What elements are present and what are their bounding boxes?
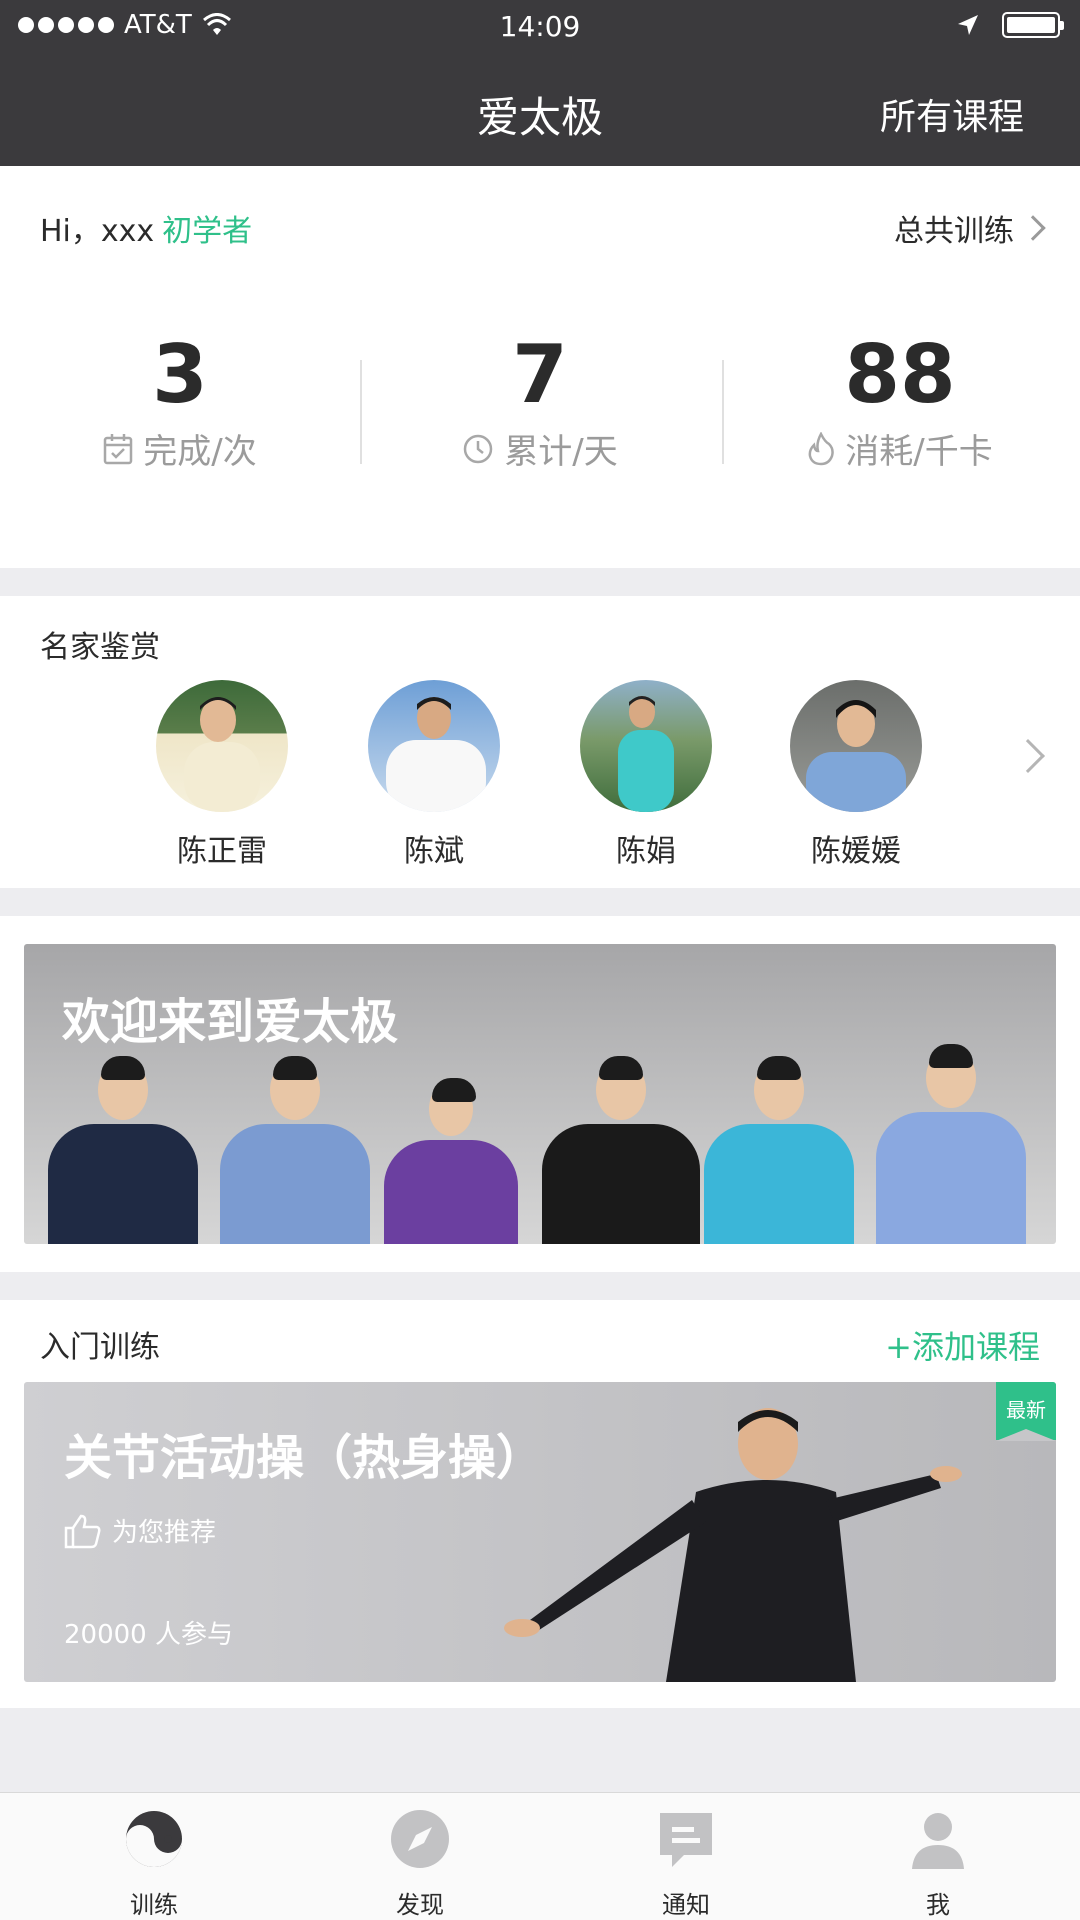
stat-value: 7: [512, 328, 568, 421]
stat-value: 3: [152, 328, 208, 421]
user-icon: [912, 1813, 964, 1869]
tab-training[interactable]: 训练: [84, 1807, 224, 1920]
add-course-button[interactable]: +添加课程: [885, 1322, 1040, 1368]
stat-value: 88: [844, 328, 956, 421]
banner-figure: [220, 1056, 370, 1244]
avatar: [790, 680, 922, 812]
thumbs-up-icon: [64, 1514, 101, 1548]
new-badge: 最新: [996, 1382, 1056, 1441]
course-figure: [504, 1408, 962, 1682]
tab-label: 发现: [396, 1891, 444, 1919]
banner-title: 欢迎来到爱太极: [62, 994, 399, 1050]
course-section: 入门训练 +添加课程 关节活动操（热身操） 为您推荐 20000 人参与 最新: [0, 1300, 1080, 1708]
stats-card: Hi，xxx 初学者 总共训练 3 完成/次 7 累计/天 88 消耗/千卡: [0, 166, 1080, 568]
banner-figure: [48, 1056, 198, 1244]
stat-label-row: 累计/天: [360, 424, 720, 473]
tab-bar: 训练 发现 通知 我: [0, 1792, 1080, 1920]
stat-label-row: 消耗/千卡: [720, 424, 1080, 473]
course-card[interactable]: 关节活动操（热身操） 为您推荐 20000 人参与 最新: [24, 1382, 1056, 1682]
banner-figure: [384, 1078, 518, 1244]
stat-label: 消耗/千卡: [845, 432, 993, 472]
master-item[interactable]: 陈斌: [354, 680, 514, 870]
section-title: 名家鉴赏: [40, 630, 160, 665]
status-time: 14:09: [499, 10, 581, 43]
master-name: 陈娟: [616, 834, 676, 869]
status-bar: AT&T 14:09: [0, 0, 1080, 54]
status-right: [956, 12, 1064, 38]
banner-figure: [542, 1056, 700, 1244]
level-badge: 初学者: [162, 214, 253, 249]
master-name: 陈斌: [404, 834, 464, 869]
stat-label: 累计/天: [504, 432, 618, 472]
chevron-right-icon: [1020, 215, 1046, 241]
master-name: 陈正雷: [177, 834, 267, 869]
avatar: [580, 680, 712, 812]
avatar: [368, 680, 500, 812]
battery-icon: [1002, 12, 1064, 38]
tab-label: 训练: [130, 1891, 178, 1919]
master-item[interactable]: 陈媛媛: [776, 680, 936, 870]
recommend-label: 为您推荐: [112, 1518, 217, 1548]
location-arrow-icon: [958, 15, 978, 35]
master-name: 陈媛媛: [811, 834, 901, 869]
total-training-link[interactable]: 总共训练: [894, 206, 1046, 250]
tab-discover[interactable]: 发现: [350, 1807, 490, 1920]
greeting-text: Hi，xxx: [40, 214, 155, 249]
yin-yang-icon: [126, 1811, 182, 1867]
stat-calories: 88 消耗/千卡: [720, 330, 1080, 473]
banner-figure: [704, 1056, 854, 1244]
banner-figure: [876, 1044, 1026, 1244]
flame-icon: [808, 431, 835, 465]
stat-completed: 3 完成/次: [0, 330, 360, 473]
tab-label: 我: [926, 1891, 950, 1919]
message-icon: [660, 1813, 712, 1867]
participants-count: 20000 人参与: [64, 1620, 233, 1650]
tab-me[interactable]: 我: [868, 1807, 1008, 1920]
stat-label: 完成/次: [143, 432, 257, 472]
masters-card: 名家鉴赏 陈正雷 陈斌 陈娟 陈媛媛: [0, 596, 1080, 888]
greeting: Hi，xxx 初学者: [40, 206, 252, 250]
master-item[interactable]: 陈娟: [566, 680, 726, 870]
stat-label-row: 完成/次: [0, 424, 360, 473]
recommend-row: 为您推荐: [64, 1512, 216, 1549]
clock-icon: [464, 434, 493, 463]
all-courses-button[interactable]: 所有课程: [880, 88, 1024, 140]
stat-days: 7 累计/天: [360, 330, 720, 473]
compass-icon: [391, 1810, 449, 1868]
avatar: [156, 680, 288, 812]
section-title: 入门训练: [40, 1330, 160, 1365]
tab-notifications[interactable]: 通知: [616, 1807, 756, 1920]
calendar-check-icon: [104, 433, 133, 464]
welcome-banner[interactable]: 欢迎来到爱太极: [24, 944, 1056, 1244]
chevron-right-icon[interactable]: [1011, 739, 1045, 773]
tab-label: 通知: [662, 1891, 710, 1919]
course-title: 关节活动操（热身操）: [64, 1430, 545, 1486]
banner-card: 欢迎来到爱太极: [0, 916, 1080, 1272]
master-item[interactable]: 陈正雷: [142, 680, 302, 870]
total-training-label: 总共训练: [894, 214, 1014, 249]
top-bar: AT&T 14:09 爱太极 所有课程: [0, 0, 1080, 166]
